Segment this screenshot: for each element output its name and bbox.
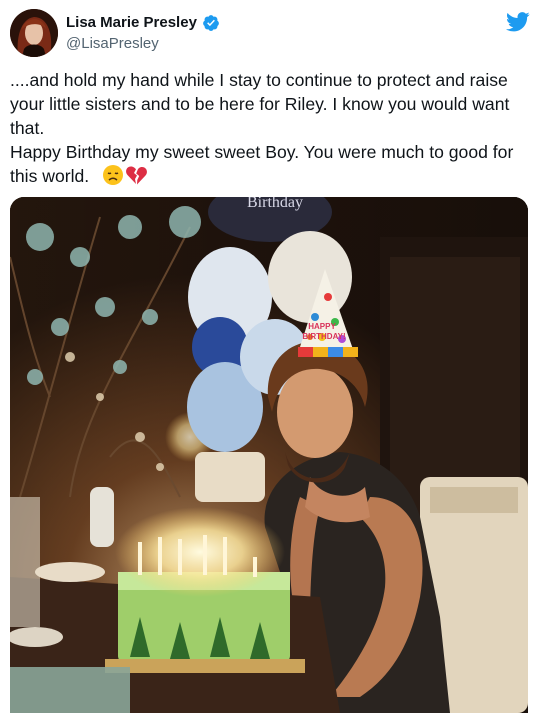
display-name[interactable]: Lisa Marie Presley bbox=[66, 13, 197, 32]
twitter-bird-icon[interactable] bbox=[506, 11, 530, 33]
avatar[interactable] bbox=[10, 9, 58, 57]
author-block: Lisa Marie Presley @LisaPresley bbox=[66, 13, 220, 54]
disappointed-face-emoji bbox=[102, 164, 124, 186]
handle[interactable]: @LisaPresley bbox=[66, 34, 220, 54]
hat-text-2: BIRTHDAY! bbox=[302, 332, 345, 341]
tweet-line-2: Happy Birthday my sweet sweet Boy. You w… bbox=[10, 140, 535, 188]
tweet-line-2-text: Happy Birthday my sweet sweet Boy. You w… bbox=[10, 142, 514, 186]
broken-heart-emoji bbox=[125, 164, 148, 186]
balloon-text: Birthday bbox=[247, 197, 303, 211]
tweet-line-1: ....and hold my hand while I stay to con… bbox=[10, 70, 510, 138]
tweet-card: Lisa Marie Presley @LisaPresley ....and … bbox=[0, 0, 544, 713]
tweet-text: ....and hold my hand while I stay to con… bbox=[10, 68, 535, 188]
verified-badge-icon bbox=[202, 14, 220, 32]
hat-text-1: HAPPY bbox=[308, 322, 336, 331]
tweet-photo[interactable]: Birthday HAPPY BIRTHDAY! bbox=[10, 197, 528, 713]
